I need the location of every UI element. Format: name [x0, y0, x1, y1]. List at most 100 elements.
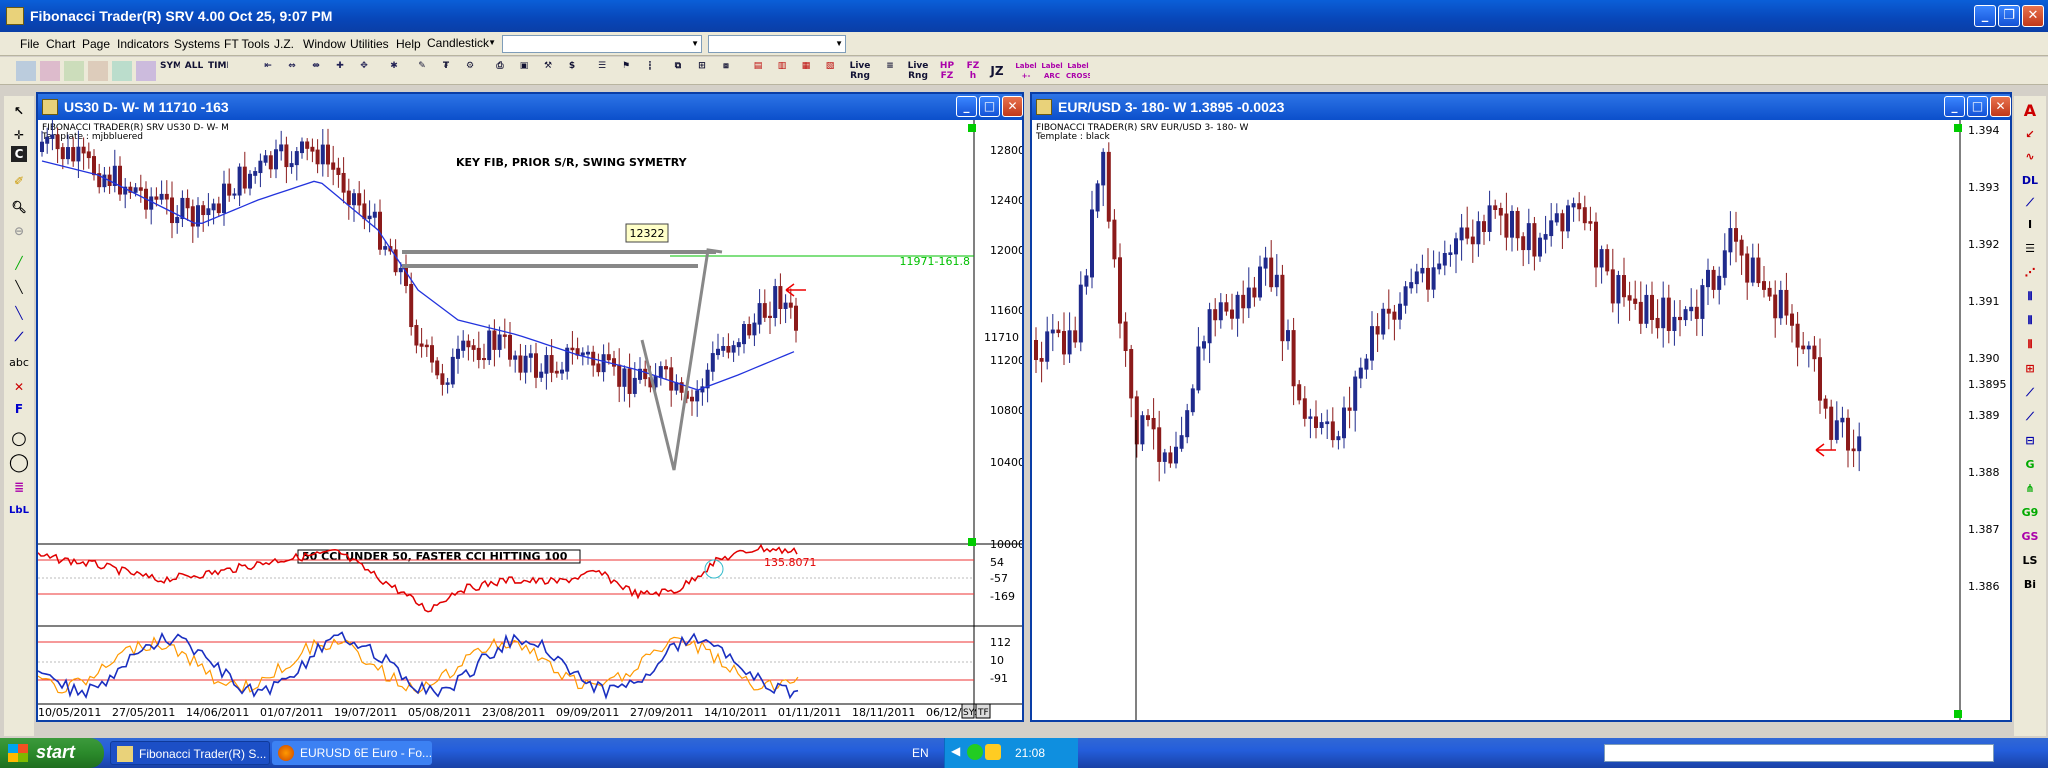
g-icon[interactable]: G: [2018, 454, 2042, 476]
template-select[interactable]: ▼: [708, 35, 846, 53]
bi-button[interactable]: Bi: [2018, 574, 2042, 596]
menu-page[interactable]: Page: [82, 37, 110, 51]
save-icon[interactable]: ▣: [514, 61, 534, 81]
tray-icon[interactable]: ◀: [951, 744, 960, 758]
chart-minimize-button[interactable]: _: [1944, 96, 1965, 117]
curve-icon[interactable]: ∿: [2018, 146, 2042, 168]
security-icon[interactable]: [985, 744, 1001, 760]
ls-button[interactable]: LS: [2018, 550, 2042, 572]
task-firefox[interactable]: EURUSD 6E Euro - Fo...: [272, 741, 432, 765]
diag-icon[interactable]: ⟋: [2018, 192, 2042, 214]
g9-button[interactable]: G9: [2018, 502, 2042, 524]
layout-icon[interactable]: ⊞: [692, 61, 712, 81]
pointer-icon[interactable]: ↖: [8, 100, 30, 122]
network-icon[interactable]: [967, 744, 983, 760]
level-icon[interactable]: ⊟: [2018, 430, 2042, 452]
crosshair-icon[interactable]: ✛: [8, 124, 30, 146]
chart-minimize-button[interactable]: _: [956, 96, 977, 117]
menu-file[interactable]: File: [20, 37, 39, 51]
open-chart-icon[interactable]: [40, 61, 60, 81]
highlighter-icon[interactable]: ✐: [8, 170, 30, 192]
list-icon[interactable]: ☰: [592, 61, 612, 81]
flag-icon[interactable]: ⚑: [616, 61, 636, 81]
maximize-button[interactable]: ❐: [1998, 5, 2020, 27]
arrow-line-icon[interactable]: ↙: [2018, 124, 2042, 146]
font-a-icon[interactable]: A: [2018, 100, 2042, 122]
language-indicator[interactable]: EN: [912, 746, 929, 760]
scroll-icon[interactable]: ⇔: [282, 61, 302, 81]
label-plus-button[interactable]: Label +-: [1014, 61, 1038, 81]
sym-icon[interactable]: SYM: [160, 61, 180, 81]
settings-icon[interactable]: ⚒: [538, 61, 558, 81]
live-rng-button[interactable]: Live Rng: [846, 61, 874, 81]
chart-close-button[interactable]: ✕: [1990, 96, 2011, 117]
chart-close-button[interactable]: ✕: [1002, 96, 1023, 117]
menu-jz[interactable]: J.Z.: [274, 37, 294, 51]
chart-titlebar[interactable]: US30 D- W- M 11710 -163 _ □ ✕: [38, 94, 1023, 120]
expand-icon[interactable]: ✚: [330, 61, 350, 81]
multibar-icon[interactable]: ▥: [772, 61, 792, 81]
chart-maximize-button[interactable]: □: [979, 96, 1000, 117]
tf-tag[interactable]: TF: [977, 708, 989, 718]
hp-fz-button[interactable]: HP FZ: [936, 61, 958, 81]
label-cross-button[interactable]: Label CROSS: [1066, 61, 1090, 81]
chart-maximize-button[interactable]: □: [1967, 96, 1988, 117]
ray-icon[interactable]: ⟋: [8, 326, 30, 348]
stack-icon[interactable]: ▧: [820, 61, 840, 81]
gear-icon[interactable]: ⚙: [460, 61, 480, 81]
lines-icon[interactable]: ≣: [8, 476, 30, 498]
move-icon[interactable]: ✥: [354, 61, 374, 81]
chart-window-us30[interactable]: US30 D- W- M 11710 -163 _ □ ✕ FIBONACCI …: [36, 92, 1024, 722]
zoom-out-icon[interactable]: ⊖: [8, 220, 30, 242]
rows-icon[interactable]: ▦: [796, 61, 816, 81]
time-icon[interactable]: TIME: [208, 61, 228, 81]
grid-red-icon[interactable]: ⊞: [2018, 358, 2042, 380]
label-arc-button[interactable]: Label ARC: [1040, 61, 1064, 81]
us30-chart[interactable]: FIBONACCI TRADER(R) SRV US30 D- W- M Tem…: [38, 120, 1022, 720]
move-left-icon[interactable]: ⇤: [258, 61, 278, 81]
chart-window-eurusd[interactable]: EUR/USD 3- 180- W 1.3895 -0.0023 _ □ ✕ F…: [1030, 92, 2012, 722]
stairs-icon[interactable]: ⟋: [2018, 382, 2042, 404]
close-button[interactable]: ✕: [2022, 5, 2044, 27]
candle-icon[interactable]: ┇: [640, 61, 660, 81]
gs-button[interactable]: GS: [2018, 526, 2042, 548]
taskbar-input[interactable]: [1604, 744, 1994, 762]
trendline-green-icon[interactable]: ╱: [8, 252, 30, 274]
cursor-icon[interactable]: ✱: [384, 61, 404, 81]
fan-icon[interactable]: ⋰: [2018, 262, 2042, 284]
dollar-icon[interactable]: $: [562, 61, 582, 81]
dl-button[interactable]: DL: [2018, 170, 2042, 192]
menu-window[interactable]: Window: [303, 37, 346, 51]
vbars-red-icon[interactable]: ⦀: [2018, 334, 2042, 356]
copy-icon[interactable]: ⧉: [668, 61, 688, 81]
bars-icon[interactable]: ▤: [748, 61, 768, 81]
task-fibonacci[interactable]: Fibonacci Trader(R) S...: [110, 741, 270, 765]
levels-icon[interactable]: ≡: [880, 61, 900, 81]
fib-icon[interactable]: F: [8, 398, 30, 420]
new-chart-icon[interactable]: [16, 61, 36, 81]
chart-icon[interactable]: [64, 61, 84, 81]
rake-icon[interactable]: ⋔: [2018, 478, 2042, 500]
menu-utilities[interactable]: Utilities: [350, 37, 389, 51]
i-button[interactable]: I: [2018, 214, 2042, 236]
menu-ft-tools[interactable]: FT Tools: [224, 37, 270, 51]
symbol-select[interactable]: ▼: [502, 35, 702, 53]
fib-tool-icon[interactable]: ₮: [436, 61, 456, 81]
menu-systems[interactable]: Systems: [174, 37, 220, 51]
label-icon[interactable]: LbL: [8, 500, 30, 522]
eurusd-chart[interactable]: FIBONACCI TRADER(R) SRV EUR/USD 3- 180- …: [1032, 120, 2010, 720]
chart-style-select[interactable]: Candlestick ▼: [424, 35, 498, 53]
chart-titlebar[interactable]: EUR/USD 3- 180- W 1.3895 -0.0023 _ □ ✕: [1032, 94, 2011, 120]
compress-icon[interactable]: ⇹: [306, 61, 326, 81]
delete-icon[interactable]: ✕: [8, 376, 30, 398]
trendline-black-icon[interactable]: ╲: [8, 276, 30, 298]
ellipse-icon[interactable]: ◯: [8, 452, 30, 474]
grid-icon[interactable]: [136, 61, 156, 81]
c-icon[interactable]: C: [11, 146, 27, 162]
pen-icon[interactable]: ✎: [412, 61, 432, 81]
circle-icon[interactable]: ○: [8, 428, 30, 450]
text-icon[interactable]: abc: [8, 352, 30, 374]
vbars-2-icon[interactable]: ⦀: [2018, 310, 2042, 332]
start-button[interactable]: start: [0, 738, 104, 768]
fz-h-button[interactable]: FZ h: [962, 61, 984, 81]
